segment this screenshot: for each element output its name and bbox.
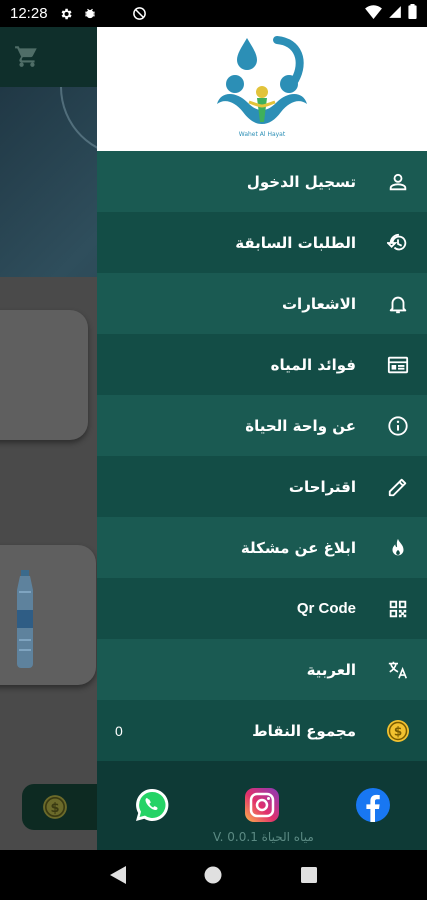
- menu-item-label: الطلبات السابقة: [235, 233, 356, 252]
- menu-item-about[interactable]: عن واحة الحياة: [97, 395, 427, 456]
- no-disturb-icon: [132, 6, 148, 22]
- article-icon: [386, 353, 410, 377]
- facebook-icon[interactable]: [355, 787, 391, 823]
- fire-icon: [386, 536, 410, 560]
- menu-item-label: عن واحة الحياة: [245, 416, 356, 435]
- recents-icon[interactable]: [299, 865, 319, 885]
- water-bottle-image: [10, 570, 40, 668]
- menu-item-label: اقتراحات: [288, 477, 356, 496]
- menu-item-previous-orders[interactable]: الطلبات السابقة: [97, 212, 427, 273]
- navigation-drawer: Wahet Al Hayat تسجيل الدخول الطلبات السا…: [97, 27, 427, 850]
- back-icon[interactable]: [108, 865, 128, 885]
- svg-text:$: $: [394, 724, 402, 738]
- background-card: [0, 310, 88, 440]
- menu-item-label: العربية: [306, 660, 356, 679]
- social-links: [97, 787, 427, 833]
- status-time: 12:28: [10, 5, 48, 22]
- menu-item-label: فوائد المياه: [270, 355, 356, 374]
- signal-icon: [388, 5, 402, 23]
- info-icon: [386, 414, 410, 438]
- points-value: 0: [115, 722, 123, 739]
- menu-item-water-benefits[interactable]: فوائد المياه: [97, 334, 427, 395]
- app-logo: Wahet Al Hayat: [207, 32, 317, 146]
- screen: 12:28 $ Wahet Al Hayat تسجيل الدخول الطل…: [0, 0, 427, 900]
- battery-icon: [408, 4, 417, 23]
- wifi-icon: [365, 4, 382, 23]
- menu-item-qr-code[interactable]: Qr Code: [97, 578, 427, 639]
- person-icon: [386, 170, 410, 194]
- bug-icon: [82, 6, 98, 22]
- status-right: [365, 4, 417, 23]
- menu-item-notifications[interactable]: الاشعارات: [97, 273, 427, 334]
- qr-icon: [386, 597, 410, 621]
- cart-icon: [14, 43, 40, 69]
- menu-item-label: تسجيل الدخول: [246, 172, 356, 191]
- drawer-header: Wahet Al Hayat: [97, 27, 427, 151]
- menu-item-language[interactable]: العربية: [97, 639, 427, 700]
- translate-icon: [386, 658, 410, 682]
- home-icon[interactable]: [203, 865, 223, 885]
- menu-item-label: ابلاغ عن مشكلة: [240, 538, 356, 557]
- system-nav-bar: [0, 850, 427, 900]
- drawer-footer: V. 0.0.1 مياه الحياة: [97, 783, 427, 850]
- whatsapp-icon[interactable]: [134, 787, 170, 823]
- instagram-icon[interactable]: [244, 787, 280, 823]
- coin-icon: $: [386, 719, 410, 743]
- gear-icon: [58, 6, 74, 22]
- menu-item-label: الاشعارات: [281, 294, 356, 313]
- menu-item-label: Qr Code: [296, 600, 356, 617]
- svg-text:Wahet Al Hayat: Wahet Al Hayat: [239, 131, 286, 138]
- menu-item-label: مجموع النقاط: [252, 721, 356, 740]
- menu-item-suggestions[interactable]: اقتراحات: [97, 456, 427, 517]
- svg-text:$: $: [50, 801, 59, 816]
- menu-item-report-problem[interactable]: ابلاغ عن مشكلة: [97, 517, 427, 578]
- app-version: V. 0.0.1 مياه الحياة: [213, 830, 314, 844]
- history-icon: [386, 231, 410, 255]
- pencil-icon: [386, 475, 410, 499]
- menu-item-login[interactable]: تسجيل الدخول: [97, 151, 427, 212]
- drawer-menu: تسجيل الدخول الطلبات السابقة الاشعارات ف…: [97, 151, 427, 761]
- bell-icon: [386, 292, 410, 316]
- menu-item-total-points[interactable]: 0 مجموع النقاط $: [97, 700, 427, 761]
- status-bar: 12:28: [0, 0, 427, 27]
